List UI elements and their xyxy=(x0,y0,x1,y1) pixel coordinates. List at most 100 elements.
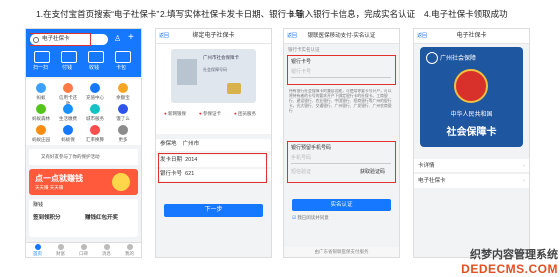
app-icon xyxy=(118,104,128,114)
app-icon xyxy=(90,83,100,93)
back-button[interactable]: 返回 xyxy=(417,29,427,43)
card-heading: 社会保障卡 xyxy=(446,127,497,138)
row-e-card[interactable]: 电子社保卡 › xyxy=(414,174,529,188)
app-icon xyxy=(63,83,73,93)
tab-me[interactable]: 我的 xyxy=(118,244,141,257)
tab-koubei[interactable]: 口碑 xyxy=(72,244,95,257)
caption-step1: 1.在支付宝首页搜索“电子社保卡” xyxy=(36,9,160,19)
back-button[interactable]: 返回 xyxy=(287,29,297,43)
banner-subtitle: 天天赚 天天赚 xyxy=(35,185,64,190)
app-icon xyxy=(36,104,46,114)
promo-banner[interactable]: 点一点就赚钱 天天赚 天天赚 xyxy=(29,169,138,195)
card-signin[interactable]: 签到领积分 xyxy=(33,213,61,221)
section-subtitle: 银行卡实名认证 xyxy=(288,47,320,52)
app-icon xyxy=(63,125,73,135)
card-country: 中华人民共和国 xyxy=(450,112,493,118)
grid-item[interactable]: 充值中心 xyxy=(84,83,106,101)
home-icon xyxy=(34,244,41,250)
back-button[interactable]: 返回 xyxy=(159,29,169,43)
chevron-right-icon: › xyxy=(523,178,525,184)
tab-messages[interactable]: 消息 xyxy=(95,244,118,257)
grid-item[interactable]: 饿了么 xyxy=(112,104,134,122)
grid-item[interactable]: 余额宝 xyxy=(112,83,134,101)
section-title: 赚钱 xyxy=(33,202,44,208)
grid-item[interactable]: 蚂蚁保 xyxy=(57,125,79,143)
row-insured-place[interactable]: 参保地 广州市 xyxy=(156,139,271,151)
phone-success: 电子社保卡 返回 广州社会保障 中华人民共和国 社会保障卡 卡详情 › 电子社保卡… xyxy=(413,28,530,258)
app-grid: 蚂蚁 信用卡还款 充值中心 余额宝 蚂蚁森林 生活缴费 城市服务 饿了么 蚂蚁庄… xyxy=(26,79,141,145)
watermark-line2: DEDECMS.COM xyxy=(461,262,558,276)
grid-item[interactable]: 更多 xyxy=(112,125,134,143)
contacts-icon[interactable]: ♙ xyxy=(114,34,121,43)
row-card-detail[interactable]: 卡详情 › xyxy=(414,159,529,173)
app-icon xyxy=(90,125,100,135)
app-icon xyxy=(36,83,46,93)
receive-icon[interactable] xyxy=(88,51,104,63)
caption-step3: 3.输入银行卡信息，完成实名认证 xyxy=(289,9,416,19)
sms-code-input[interactable]: 短信验证 xyxy=(291,167,346,177)
phone-alipay-home: 电子社保卡 ♙ + 扫一扫 付钱 收钱 卡包 蚂蚁 信用卡还款 充值中心 余额宝… xyxy=(25,28,142,258)
agreement-checkbox[interactable]: ☑ 我已阅读并同意 xyxy=(292,215,329,221)
banner-title: 点一点就赚钱 xyxy=(35,174,83,183)
phone-input[interactable]: 手机号码 xyxy=(291,153,391,164)
emblem-icon xyxy=(454,69,488,103)
message-icon xyxy=(103,244,110,250)
highlight-fields xyxy=(158,153,267,183)
photo-placeholder xyxy=(177,59,197,85)
footer-text: 由广东省银联医保支付服务 xyxy=(284,247,399,257)
page-title: 绑定电子社保卡 xyxy=(156,29,271,44)
tab-wealth[interactable]: 财富 xyxy=(49,244,72,257)
card-number-input[interactable]: 银行卡号 xyxy=(291,67,391,78)
supported-banks-note: 持有银行社会保障卡的兼容功能，可使用你要卡号开户，可以将持有者的卡号的要求开户下… xyxy=(289,89,392,113)
tab-home[interactable]: 首页 xyxy=(26,244,49,257)
verify-button[interactable]: 实名认证 xyxy=(292,199,391,211)
next-button[interactable]: 下一步 xyxy=(164,204,263,217)
wealth-icon xyxy=(57,244,64,250)
cardpack-icon[interactable] xyxy=(115,51,131,63)
grid-item[interactable]: 蚂蚁森林 xyxy=(30,104,52,122)
get-code-button[interactable]: 获取验证码 xyxy=(360,167,385,177)
phone-bind-card: 绑定电子社保卡 返回 广州市社会保障卡 社会保障号码 ● 新网银保 ● 参保证卡… xyxy=(155,28,272,258)
card-number-label: 银行卡号 xyxy=(291,59,312,65)
earn-section: 赚钱 签到领积分 赚钱红包开奖 xyxy=(29,199,138,237)
card-redpacket[interactable]: 赚钱红包开奖 xyxy=(85,213,118,221)
card-city: 广州市社会保障卡 xyxy=(203,55,239,60)
e-social-card[interactable]: 广州社会保障 中华人民共和国 社会保障卡 xyxy=(420,47,523,147)
grid-item[interactable]: 汇率换算 xyxy=(84,125,106,143)
top-item-receive: 收钱 xyxy=(89,65,100,71)
add-icon[interactable]: + xyxy=(128,32,134,43)
caption-step2: 2.填写实体社保卡发卡日期、银行卡号 xyxy=(160,9,304,19)
grid-item[interactable]: 城市服务 xyxy=(84,104,106,122)
top-item-cards: 卡包 xyxy=(116,65,127,71)
coin-icon xyxy=(112,173,130,191)
page-title: 银联医保移动支付-实名认证 xyxy=(284,29,399,44)
app-icon xyxy=(36,125,46,135)
chip-label-3: ● 团员服务 xyxy=(234,111,256,116)
scan-icon[interactable] xyxy=(34,51,50,63)
page-title: 电子社保卡 xyxy=(414,29,529,44)
grid-item[interactable]: 蚂蚁 xyxy=(30,83,52,101)
phone-verify: 银联医保移动支付-实名认证 返回 银行卡实名认证 银行卡号 银行卡号 持有银行社… xyxy=(283,28,400,258)
app-icon xyxy=(118,125,128,135)
notice-bar[interactable]: 又有好友参与了你的保护活动 xyxy=(29,149,138,165)
tab-bar: 首页 财富 口碑 消息 我的 xyxy=(26,242,141,257)
koubei-icon xyxy=(80,244,87,250)
chip-label-2: ● 参保证卡 xyxy=(199,111,221,116)
grid-item[interactable]: 生活缴费 xyxy=(57,104,79,122)
pay-icon[interactable] xyxy=(61,51,77,63)
card-title: 广州社会保障 xyxy=(440,56,477,62)
profile-icon xyxy=(126,244,133,250)
card-number-label: 社会保障号码 xyxy=(203,67,227,72)
app-icon xyxy=(118,83,128,93)
phone-label: 银行预留手机号码 xyxy=(291,145,332,151)
chip-icon xyxy=(227,83,241,94)
watermark-line1: 织梦内容管理系统 xyxy=(470,249,558,261)
chevron-right-icon: › xyxy=(523,163,525,169)
app-icon xyxy=(63,104,73,114)
chip-label-1: ● 新网银保 xyxy=(164,111,186,116)
social-card-image: 广州市社会保障卡 社会保障号码 xyxy=(171,49,256,103)
watermark: 织梦内容管理系统 DEDECMS.COM xyxy=(461,246,558,276)
caption-step4: 4.电子社保卡领取成功 xyxy=(424,9,508,19)
app-icon xyxy=(90,104,100,114)
grid-item[interactable]: 蚂蚁庄园 xyxy=(30,125,52,143)
